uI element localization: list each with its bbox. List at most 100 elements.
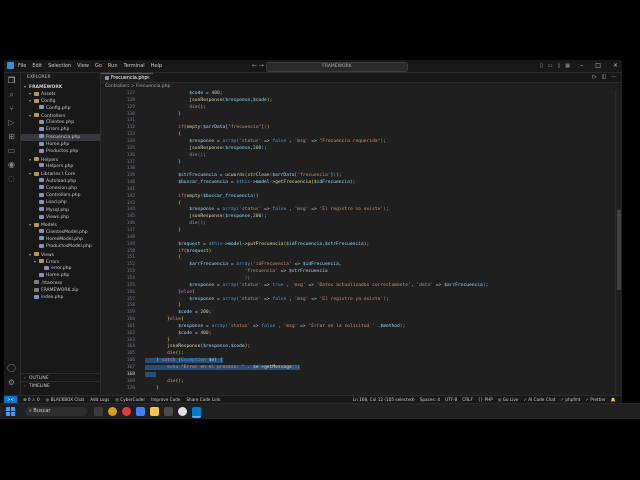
outline-section[interactable]: › OUTLINE [21, 373, 100, 381]
status-item[interactable]: Improve Code [151, 396, 180, 403]
tree-item[interactable]: FRAMEWORK.zip [21, 287, 100, 294]
explorer-icon[interactable]: ❐ [7, 76, 16, 85]
status-item[interactable]: CRLF [462, 396, 473, 403]
customize-layout-icon[interactable]: ▦ [565, 60, 570, 72]
menu-view[interactable]: View [77, 60, 89, 72]
toggle-panel-icon[interactable]: ▭ [548, 60, 553, 72]
menu-go[interactable]: Go [95, 60, 102, 72]
more-actions-icon[interactable]: ··· [611, 73, 616, 82]
blackbox-icon[interactable]: ◉ [7, 160, 16, 169]
tree-item[interactable]: Views.php [21, 214, 100, 221]
code-line[interactable]: $arrFrecuencia = array('idFrecuencia' =>… [145, 262, 341, 267]
code-line[interactable]: } [145, 303, 181, 308]
tree-item[interactable]: ▾ Views [21, 251, 100, 258]
tree-item[interactable]: ▾ Helpers [21, 156, 100, 163]
remote-explorer-icon[interactable]: ▭ [7, 146, 16, 155]
code-line[interactable]: die(); [145, 351, 184, 356]
scrollbar-thumb[interactable] [617, 210, 621, 290]
code-line[interactable]: ); [145, 276, 251, 281]
code-line[interactable]: } [145, 228, 181, 233]
status-item[interactable]: ⊗ 0 ⚠ 0 [23, 396, 40, 403]
status-item[interactable]: Ln 168, Col 12 (105 selected) [353, 396, 415, 403]
code-line[interactable] [145, 371, 157, 377]
nav-arrows[interactable]: ← → [252, 60, 264, 72]
tree-item[interactable]: Controllers.php [21, 192, 100, 199]
menu-terminal[interactable]: Terminal [124, 60, 145, 72]
code-line[interactable]: $buscar_frecuencia = $this->model->getFr… [145, 180, 355, 185]
chat-icon[interactable]: ◌ [7, 174, 16, 183]
remote-indicator[interactable]: >< [4, 396, 18, 403]
menu-file[interactable]: File [18, 60, 26, 72]
code-line[interactable]: $response = array('status' => false , 'm… [145, 324, 405, 329]
code-line[interactable]: $code = 400; [145, 331, 211, 336]
code-line[interactable]: 'frecuencia' => $strFrecuencia [145, 269, 328, 274]
minimize-icon[interactable]: – [580, 60, 583, 72]
code-line[interactable]: } [145, 338, 170, 343]
code-line[interactable]: jsonResponse($response,200); [145, 214, 267, 219]
windows-start-icon[interactable] [6, 407, 15, 416]
status-item[interactable]: ◎ Go Live [498, 396, 519, 403]
code-editor[interactable]: 127 $code = 400; 128 jsonResponse($respon… [101, 90, 622, 395]
vscode-taskbar-icon[interactable] [192, 407, 201, 418]
file-explorer-icon[interactable] [150, 407, 159, 416]
tree-item[interactable]: HomeModel.php [21, 236, 100, 243]
tree-item[interactable]: Clientes.php [21, 119, 100, 126]
breadcrumb[interactable]: Controllers > Frecuencia.php [101, 83, 622, 90]
maximize-icon[interactable]: □ [595, 60, 601, 72]
menu-edit[interactable]: Edit [32, 60, 42, 72]
tree-item[interactable]: ▾ Libraries \ Core [21, 170, 100, 177]
split-editor-icon[interactable]: ◫ [601, 73, 606, 82]
menu-run[interactable]: Run [108, 60, 118, 72]
code-line[interactable]: $response = array('status' => false , 'm… [145, 297, 388, 302]
code-line[interactable]: die(); [145, 105, 206, 110]
code-line[interactable]: if(empty($arrData["frecuencia"])) [145, 125, 269, 130]
code-line[interactable]: die(); [145, 153, 206, 158]
tree-item[interactable]: ▾ Models [21, 221, 100, 228]
code-line[interactable]: $response = array('status' => true , 'ms… [145, 283, 488, 288]
status-item[interactable]: ✓ Prettier [586, 396, 606, 403]
status-item[interactable]: Add Logs [90, 396, 109, 403]
code-line[interactable]: $request = $this->model->putFrecuencia($… [145, 242, 369, 247]
code-line[interactable]: if($request) [145, 249, 211, 254]
code-line[interactable]: { [145, 132, 181, 137]
status-item[interactable]: Share Code Link [186, 396, 220, 403]
tree-item[interactable]: index.php [21, 294, 100, 301]
tree-item[interactable]: Home.php [21, 272, 100, 279]
tree-item[interactable]: ▾ Controllers [21, 112, 100, 119]
tree-item[interactable]: Home.php [21, 141, 100, 148]
code-line[interactable]: } [145, 112, 181, 117]
code-line[interactable]: jsonResponse($response,200); [145, 146, 267, 151]
code-line[interactable]: $response = array('status' => false , 'm… [145, 139, 386, 144]
tree-item[interactable]: Autoload.php [21, 178, 100, 185]
tree-item[interactable]: Productos.php [21, 148, 100, 155]
extensions-icon[interactable]: ⊞ [7, 132, 16, 141]
chrome-icon[interactable] [122, 407, 131, 416]
status-item[interactable]: ✓ phpfmt [561, 396, 581, 403]
status-item[interactable]: Spaces: 4 [420, 396, 440, 403]
close-tab-icon[interactable]: × [146, 74, 150, 83]
notifications-bell-icon[interactable]: 🔔 [611, 396, 616, 403]
taskbar-search[interactable]: ⌕ Buscar [25, 407, 87, 416]
timeline-section[interactable]: › TIMELINE [21, 381, 100, 389]
tree-item[interactable]: ▾ Errors [21, 258, 100, 265]
code-line[interactable]: } [145, 160, 181, 165]
tree-item[interactable]: ▾ Assets [21, 90, 100, 97]
close-window-icon[interactable]: × [613, 60, 618, 72]
source-control-icon[interactable]: ⑂ [7, 104, 16, 113]
workspace-root[interactable]: ▾ FRAMEWORK [21, 83, 100, 90]
code-line[interactable]: }else{ [145, 317, 184, 322]
status-item[interactable]: ◎ CyberCoder [115, 396, 145, 403]
run-debug-icon[interactable]: ▷ [7, 118, 16, 127]
code-line[interactable]: jsonResponse($response,$code); [145, 344, 250, 349]
command-center-search[interactable]: FRAMEWORK [266, 62, 408, 72]
tree-item[interactable]: .htaccess [21, 280, 100, 287]
tree-item[interactable]: Conexion.php [21, 185, 100, 192]
browser-icon[interactable] [178, 407, 187, 416]
status-item[interactable]: {} PHP [478, 396, 493, 403]
account-icon[interactable]: ◯ [7, 363, 16, 372]
code-line[interactable]: jsonResponse($response,$code); [145, 98, 272, 103]
status-item[interactable]: ◎ BLACKBOX Chat [46, 396, 85, 403]
widgets-icon[interactable] [108, 407, 117, 416]
code-line[interactable]: echo "Error en el proceso: " . $e->getMe… [145, 365, 301, 370]
settings-gear-icon[interactable]: ⚙ [7, 378, 16, 387]
